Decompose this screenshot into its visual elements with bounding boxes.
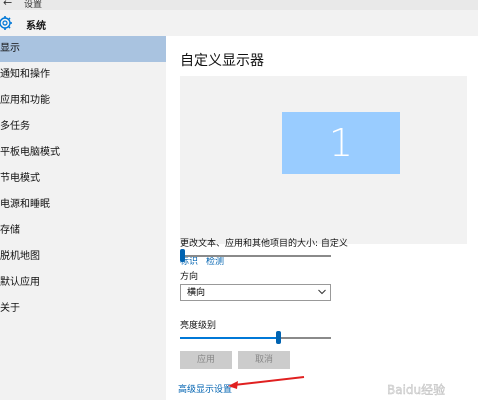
sidebar-item-offline-maps[interactable]: 脱机地图 [0, 244, 166, 270]
main-content: 自定义显示器 1 标识 检测 更改文本、应用和其他项目的大小: 自定义 方向 横… [166, 36, 478, 400]
title-bar: ← 设置 [0, 0, 478, 10]
sidebar-item-label: 显示 [0, 43, 20, 54]
chevron-down-icon [318, 289, 326, 295]
sidebar-item-apps[interactable]: 应用和功能 [0, 88, 166, 114]
sidebar-item-label: 平板电脑模式 [0, 147, 60, 158]
sidebar-item-label: 多任务 [0, 121, 30, 132]
sidebar-item-label: 默认应用 [0, 277, 40, 288]
sidebar-item-label: 电源和睡眠 [0, 199, 50, 210]
sidebar-item-about[interactable]: 关于 [0, 296, 166, 322]
sidebar-item-label: 存储 [0, 225, 20, 236]
display-arrangement-area: 1 标识 检测 [180, 76, 467, 267]
sidebar-item-battery-saver[interactable]: 节电模式 [0, 166, 166, 192]
sidebar-item-multitasking[interactable]: 多任务 [0, 114, 166, 140]
slider-thumb[interactable] [180, 249, 185, 262]
orientation-select[interactable]: 横向 [180, 284, 331, 301]
brightness-label: 亮度级别 [180, 321, 217, 331]
sidebar-item-display[interactable]: 显示 [0, 36, 166, 62]
sidebar-item-storage[interactable]: 存储 [0, 218, 166, 244]
baidu-watermark-logo: Baidu经验 [387, 382, 446, 397]
slider-fill [180, 337, 279, 339]
sidebar-item-label: 节电模式 [0, 173, 40, 184]
sidebar-item-tablet-mode[interactable]: 平板电脑模式 [0, 140, 166, 166]
svg-text:Baidu经验: Baidu经验 [387, 382, 445, 397]
sidebar-item-label: 脱机地图 [0, 251, 40, 262]
gear-icon [0, 16, 12, 30]
sidebar-item-notifications[interactable]: 通知和操作 [0, 62, 166, 88]
back-arrow-icon[interactable]: ← [3, 0, 12, 9]
slider-thumb[interactable] [276, 331, 281, 344]
sidebar-item-label: 关于 [0, 303, 20, 314]
sidebar-item-default-apps[interactable]: 默认应用 [0, 270, 166, 296]
sidebar-item-label: 通知和操作 [0, 69, 50, 80]
text-size-label: 更改文本、应用和其他项目的大小: 自定义 [180, 239, 348, 249]
apply-button[interactable]: 应用 [180, 351, 232, 369]
settings-header: 系统 [0, 10, 478, 36]
orientation-value: 横向 [187, 288, 206, 298]
header-title: 系统 [26, 21, 46, 32]
monitor-tile[interactable]: 1 [282, 112, 400, 174]
brightness-slider[interactable] [180, 331, 331, 344]
sidebar-item-label: 应用和功能 [0, 95, 50, 106]
advanced-display-settings-link[interactable]: 高级显示设置 [178, 382, 232, 395]
text-size-slider[interactable] [180, 249, 331, 262]
page-title: 自定义显示器 [180, 53, 264, 69]
sidebar: 显示 通知和操作 应用和功能 多任务 平板电脑模式 节电模式 电源和睡眠 存储 … [0, 36, 166, 400]
red-arrow-annotation [228, 376, 305, 389]
window-title: 设置 [24, 0, 43, 10]
sidebar-item-power-sleep[interactable]: 电源和睡眠 [0, 192, 166, 218]
cancel-button[interactable]: 取消 [238, 351, 290, 369]
orientation-label: 方向 [180, 272, 199, 282]
